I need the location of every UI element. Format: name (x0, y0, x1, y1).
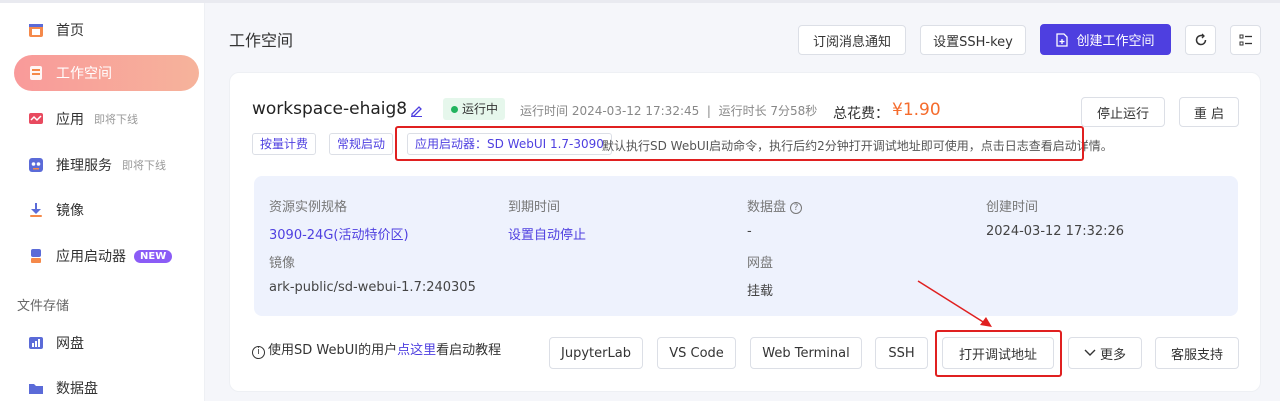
netdisk-value: 挂载 (747, 284, 774, 299)
edit-name-icon[interactable] (410, 104, 423, 121)
annotation-box-launcher (395, 126, 1084, 161)
ssh-key-button[interactable]: 设置SSH-key (920, 25, 1026, 55)
main-content: 工作空间 订阅消息通知 设置SSH-key 创建工作空间 workspace-e… (206, 3, 1280, 401)
spec-label: 资源实例规格 (269, 200, 348, 215)
refresh-button[interactable] (1185, 25, 1216, 55)
deprecation-note: 即将下线 (122, 159, 166, 172)
data-disk-label-text: 数据盘 (747, 200, 787, 215)
restart-button[interactable]: 重 启 (1179, 97, 1239, 127)
ssh-key-label: 设置SSH-key (933, 34, 1013, 50)
image-value: ark-public/sd-webui-1.7:240305 (269, 280, 476, 295)
inference-icon (28, 157, 44, 173)
deprecation-note: 即将下线 (94, 113, 138, 126)
sidebar-item-app[interactable]: 应用 即将下线 (14, 101, 199, 137)
resource-info-panel: 资源实例规格 3090-24G(活动特价区) 到期时间 设置自动停止 数据盘? … (254, 176, 1238, 316)
name-separator: - (398, 101, 403, 116)
web-terminal-button[interactable]: Web Terminal (750, 337, 862, 369)
launcher-icon (28, 248, 44, 264)
image-icon (28, 202, 44, 218)
total-cost-label: 总花费： (833, 106, 889, 122)
sidebar-item-label: 首页 (56, 23, 84, 39)
sidebar-item-launcher[interactable]: 应用启动器 NEW (14, 238, 199, 274)
set-auto-stop-link[interactable]: 设置自动停止 (508, 224, 586, 243)
billing-tag: 按量计费 (252, 133, 317, 155)
annotation-arrow (917, 280, 992, 327)
expire-label: 到期时间 (508, 200, 561, 215)
sidebar-item-label: 镜像 (56, 203, 84, 219)
workspace-card: workspace-ehaig8 - 运行中 运行时间 2024-03-12 1… (229, 72, 1261, 392)
app-icon (28, 111, 44, 127)
ssh-label: SSH (888, 345, 915, 361)
new-badge: NEW (134, 249, 173, 263)
cloud-drive-icon (28, 335, 44, 351)
created-label: 创建时间 (986, 200, 1039, 215)
sidebar-item-home[interactable]: 首页 (14, 12, 199, 48)
ssh-button[interactable]: SSH (875, 337, 928, 369)
support-label: 客服支持 (1170, 347, 1223, 363)
info-icon: i (252, 346, 265, 359)
data-disk-value: - (747, 224, 752, 239)
support-button[interactable]: 客服支持 (1155, 337, 1239, 369)
sidebar-item-label: 应用启动器 (56, 249, 126, 265)
more-button[interactable]: 更多 (1068, 337, 1142, 369)
list-view-icon (1239, 33, 1253, 47)
sidebar-item-image[interactable]: 镜像 (14, 192, 199, 228)
data-disk-label: 数据盘? (747, 196, 803, 215)
image-label: 镜像 (269, 256, 296, 271)
created-value: 2024-03-12 17:32:26 (986, 224, 1125, 239)
runtime-meta: 运行时间 2024-03-12 17:32:45 | 运行时长 7分58秒 (520, 104, 818, 118)
spec-value[interactable]: 3090-24G(活动特价区) (269, 224, 409, 243)
sidebar-item-workspace[interactable]: 工作空间 (14, 55, 199, 91)
sidebar-item-inference[interactable]: 推理服务 即将下线 (14, 147, 199, 183)
page-title: 工作空间 (229, 31, 294, 50)
stop-label: 停止运行 (1096, 106, 1149, 122)
list-view-button[interactable] (1230, 25, 1261, 55)
workspace-name: workspace-ehaig8 (252, 99, 408, 119)
refresh-icon (1194, 33, 1208, 47)
footnote-suffix: 看启动教程 (436, 343, 502, 358)
tutorial-footnote: i 使用SD WebUI的用户点这里看启动教程 (252, 339, 501, 359)
footnote-prefix: 使用SD WebUI的用户 (268, 343, 398, 358)
workspace-icon (28, 65, 44, 81)
help-icon[interactable]: ? (790, 202, 803, 214)
file-storage-heading: 文件存储 (17, 299, 70, 314)
sidebar-item-datadisk[interactable]: 数据盘 (14, 370, 199, 401)
sidebar-item-label: 工作空间 (56, 66, 112, 82)
netdisk-label: 网盘 (747, 256, 774, 271)
sidebar-item-label: 应用 (56, 112, 84, 128)
jupyterlab-button[interactable]: JupyterLab (549, 337, 643, 369)
vscode-label: VS Code (669, 345, 724, 361)
startup-tag: 常规启动 (329, 133, 394, 155)
jupyterlab-label: JupyterLab (561, 345, 631, 361)
status-badge: 运行中 (443, 98, 506, 120)
web-terminal-label: Web Terminal (762, 345, 850, 361)
stop-button[interactable]: 停止运行 (1081, 97, 1165, 127)
create-workspace-button[interactable]: 创建工作空间 (1040, 24, 1171, 55)
annotation-box-debug (935, 330, 1062, 377)
subscribe-button[interactable]: 订阅消息通知 (798, 25, 906, 55)
chevron-down-icon (1084, 349, 1096, 357)
data-disk-icon (28, 380, 44, 396)
vscode-button[interactable]: VS Code (657, 337, 736, 369)
sidebar-item-label: 数据盘 (56, 381, 98, 397)
sidebar-item-label: 推理服务 (56, 158, 112, 174)
home-icon (28, 22, 44, 38)
sidebar-item-label: 网盘 (56, 336, 84, 352)
sidebar: 首页 工作空间 应用 即将下线 推理服务 即将下线 镜像 应用启动器 NEW 文… (0, 3, 205, 401)
create-workspace-label: 创建工作空间 (1076, 34, 1155, 49)
sidebar-item-netdisk[interactable]: 网盘 (14, 325, 199, 361)
restart-label: 重 启 (1193, 106, 1225, 122)
file-plus-icon (1056, 32, 1069, 47)
tutorial-link[interactable]: 点这里 (397, 343, 436, 358)
subscribe-label: 订阅消息通知 (812, 34, 891, 50)
more-label: 更多 (1099, 347, 1126, 363)
total-cost-value: ¥1.90 (892, 100, 941, 120)
